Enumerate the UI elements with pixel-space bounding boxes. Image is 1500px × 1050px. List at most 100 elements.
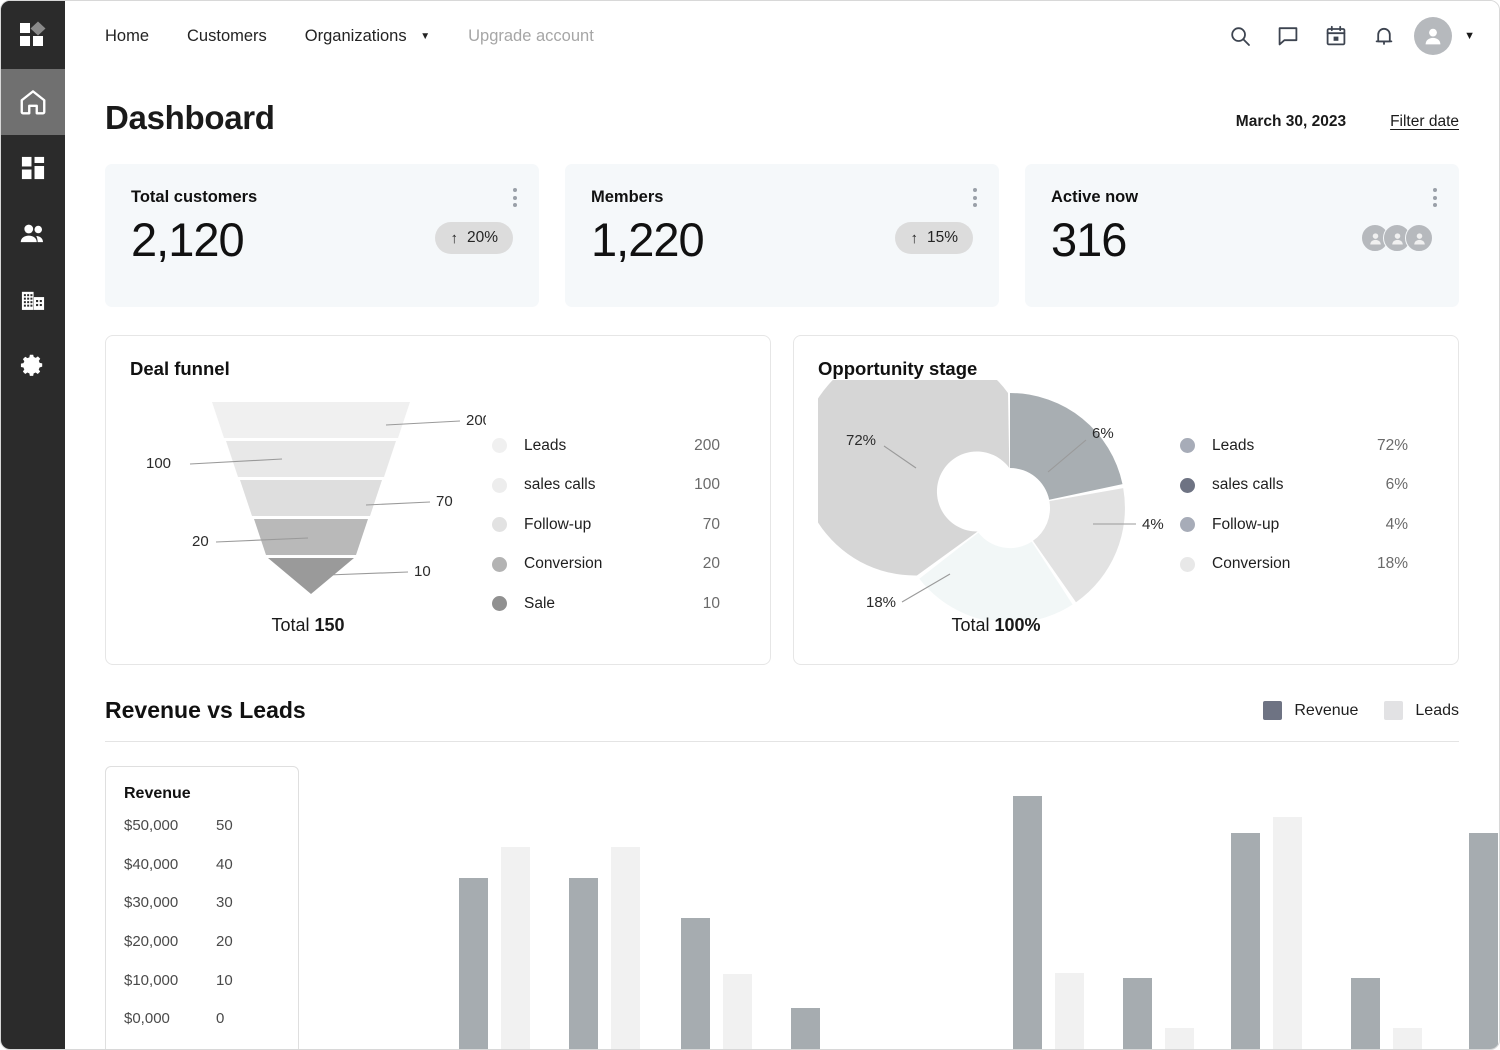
axis-count-label: 30: [216, 894, 233, 933]
chat-icon: [1276, 24, 1300, 48]
legend-item[interactable]: Follow-up 70: [492, 505, 746, 545]
axis-money-label: $40,000: [124, 856, 216, 895]
donut-callout-18: 18%: [866, 594, 896, 611]
bar-revenue[interactable]: [1351, 978, 1380, 1050]
trend-value: 20%: [467, 229, 498, 247]
axis-row: $40,000 40: [124, 856, 278, 895]
bar-revenue[interactable]: [1013, 796, 1042, 1050]
revenue-chart-body: Revenue $50,000 50 $40,000 40 $30,000 30…: [105, 766, 1459, 1050]
axis-panel-title: Revenue: [124, 785, 278, 803]
donut-graphic: 6% 4% 18% 72%: [818, 380, 1174, 620]
funnel-callout-20: 20: [192, 533, 209, 550]
bar-revenue[interactable]: [569, 878, 598, 1050]
legend-item-revenue[interactable]: Revenue: [1263, 701, 1358, 720]
funnel-graphic: 200 100 70 20 10: [130, 380, 486, 620]
nav-link-organizations[interactable]: Organizations ▼: [286, 27, 449, 46]
sidebar-item-home[interactable]: [1, 69, 65, 135]
active-user-avatars: [1361, 224, 1433, 252]
legend-item[interactable]: sales calls 100: [492, 466, 746, 506]
bar-revenue[interactable]: [459, 878, 488, 1050]
bar-leads[interactable]: [1055, 973, 1084, 1050]
revenue-axis-panel: Revenue $50,000 50 $40,000 40 $30,000 30…: [105, 766, 299, 1050]
filter-date-link[interactable]: Filter date: [1390, 113, 1459, 131]
account-menu-button[interactable]: ▼: [1414, 17, 1475, 55]
bar-leads[interactable]: [1273, 817, 1302, 1050]
stat-card-total-customers: Total customers 2,120 ↑ 20%: [105, 164, 539, 307]
bar-revenue[interactable]: [1123, 978, 1152, 1050]
legend-item[interactable]: Follow-up 4%: [1180, 505, 1434, 545]
donut-total-prefix: Total: [951, 615, 994, 635]
legend-item[interactable]: Sale 10: [492, 584, 746, 624]
calendar-icon: [1324, 24, 1348, 48]
funnel-total-prefix: Total: [271, 615, 314, 635]
funnel-band-sale: [268, 558, 354, 594]
legend-value: 200: [694, 437, 746, 455]
legend-item-leads[interactable]: Leads: [1384, 701, 1459, 720]
legend-value: 10: [703, 595, 746, 613]
user-avatar-icon: [1389, 230, 1406, 247]
legend-color-dot: [1180, 557, 1195, 572]
card-menu-button[interactable]: [973, 188, 977, 207]
nav-link-home[interactable]: Home: [105, 27, 168, 46]
funnel-band-leads: [212, 402, 410, 438]
axis-row: $50,000 50: [124, 817, 278, 856]
legend-item[interactable]: Leads 200: [492, 426, 746, 466]
bar-leads[interactable]: [723, 974, 752, 1050]
sidebar-item-organizations[interactable]: [1, 267, 65, 333]
bar-revenue[interactable]: [681, 918, 710, 1050]
donut-callout-72: 72%: [846, 432, 876, 449]
user-avatar-icon: [1367, 230, 1384, 247]
funnel-callout-70: 70: [436, 493, 453, 510]
stat-card-members: Members 1,220 ↑ 15%: [565, 164, 999, 307]
avatar: [1414, 17, 1452, 55]
bar-leads[interactable]: [501, 847, 530, 1050]
donut-total-value: 100%: [994, 615, 1040, 635]
axis-money-label: $0,000: [124, 1010, 216, 1049]
bar-leads[interactable]: [1165, 1028, 1194, 1050]
sidebar-item-customers[interactable]: [1, 201, 65, 267]
legend-label: sales calls: [1212, 476, 1284, 494]
notifications-button[interactable]: [1360, 12, 1408, 60]
card-menu-button[interactable]: [1433, 188, 1437, 207]
nav-link-upgrade-account[interactable]: Upgrade account: [449, 27, 613, 46]
axis-count-label: 20: [216, 933, 233, 972]
legend-item[interactable]: Leads 72%: [1180, 426, 1434, 466]
arrow-up-icon: ↑: [910, 230, 918, 247]
sidebar-item-dashboard[interactable]: [1, 135, 65, 201]
app-logo[interactable]: [1, 1, 65, 69]
bar-leads[interactable]: [611, 847, 640, 1050]
legend-value: 4%: [1386, 516, 1434, 534]
sidebar-item-settings[interactable]: [1, 333, 65, 399]
top-navigation-bar: Home Customers Organizations ▼ Upgrade a…: [65, 1, 1499, 71]
axis-row: $30,000 30: [124, 894, 278, 933]
section-divider: [105, 741, 1459, 742]
legend-item[interactable]: sales calls 6%: [1180, 466, 1434, 506]
messages-button[interactable]: [1264, 12, 1312, 60]
legend-value: 6%: [1386, 476, 1434, 494]
legend-item[interactable]: Conversion 20: [492, 545, 746, 585]
bar-revenue[interactable]: [791, 1008, 820, 1050]
gear-icon: [19, 352, 47, 380]
nav-link-customers[interactable]: Customers: [168, 27, 286, 46]
legend-color-dot: [1180, 438, 1195, 453]
revenue-section-header: Revenue vs Leads Revenue Leads: [105, 697, 1459, 724]
legend-color-dot: [1180, 517, 1195, 532]
card-menu-button[interactable]: [513, 188, 517, 207]
bar-revenue[interactable]: [1231, 833, 1260, 1050]
search-button[interactable]: [1216, 12, 1264, 60]
nav-link-upgrade-label: Upgrade account: [468, 27, 594, 45]
panel-title: Opportunity stage: [818, 358, 1434, 380]
axis-row: $10,000 10: [124, 972, 278, 1011]
axis-money-label: $30,000: [124, 894, 216, 933]
funnel-chart: 200 100 70 20 10 Total 150: [130, 380, 486, 650]
legend-color-swatch: [1384, 701, 1403, 720]
stat-value: 316: [1051, 215, 1126, 264]
legend-label: Sale: [524, 595, 555, 613]
legend-label: Follow-up: [524, 516, 591, 534]
calendar-button[interactable]: [1312, 12, 1360, 60]
legend-value: 72%: [1377, 437, 1434, 455]
revenue-bar-plot: [333, 766, 1443, 1050]
bar-leads[interactable]: [1393, 1028, 1422, 1050]
legend-item[interactable]: Conversion 18%: [1180, 545, 1434, 585]
bar-revenue[interactable]: [1469, 833, 1498, 1050]
